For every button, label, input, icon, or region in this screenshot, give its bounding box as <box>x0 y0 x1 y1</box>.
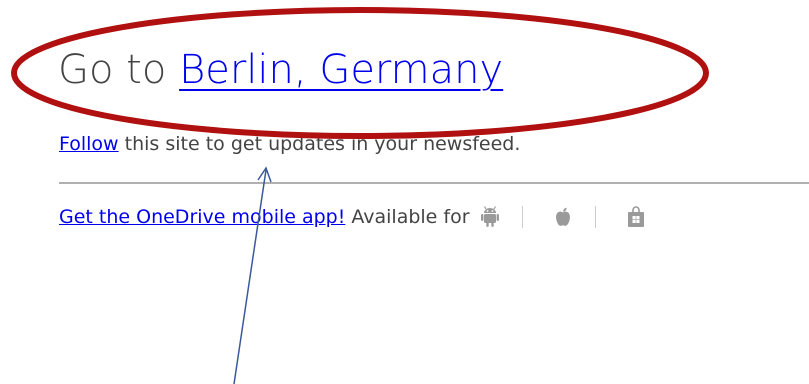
available-for-label: Available for <box>351 206 470 228</box>
follow-description: this site to get updates in your newsfee… <box>118 133 521 155</box>
annotation-arrow-head <box>257 166 272 183</box>
onedrive-app-link[interactable]: Get the OneDrive mobile app! <box>59 202 345 232</box>
follow-line: Follow this site to get updates in your … <box>59 130 520 158</box>
windows-store-icon[interactable] <box>624 205 648 229</box>
icon-separator <box>594 206 596 228</box>
app-promo-line: Get the OneDrive mobile app! Available f… <box>59 202 648 232</box>
android-icon[interactable] <box>478 205 502 229</box>
follow-link[interactable]: Follow <box>59 133 119 155</box>
berlin-germany-link[interactable]: Berlin, Germany <box>179 47 503 93</box>
heading-prefix: Go to <box>58 47 180 93</box>
page-heading: Go to Berlin, Germany <box>58 40 503 100</box>
apple-icon[interactable] <box>551 205 575 229</box>
divider <box>59 182 809 184</box>
icon-separator <box>521 206 523 228</box>
